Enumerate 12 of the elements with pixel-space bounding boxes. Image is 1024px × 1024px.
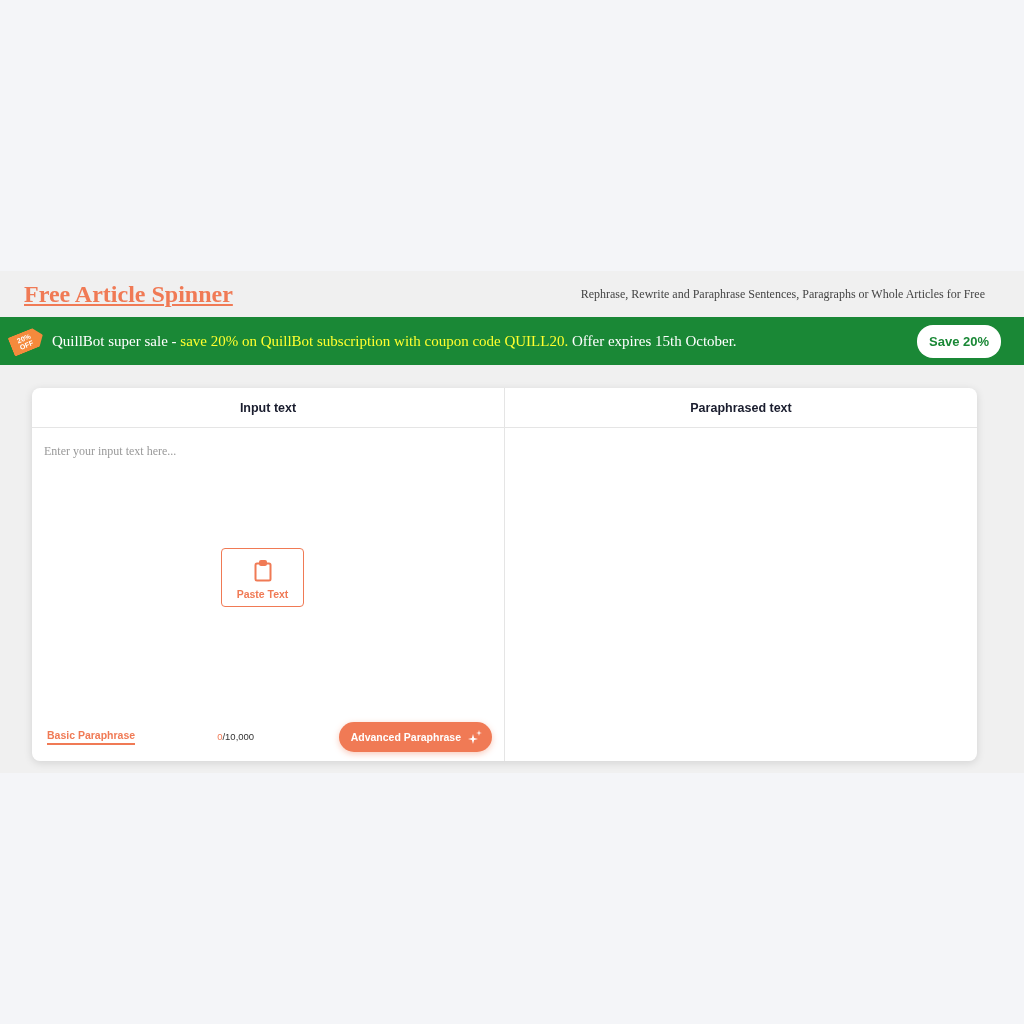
basic-paraphrase-tab[interactable]: Basic Paraphrase [47,728,136,745]
sparkle-icon [468,729,482,744]
site-title-link[interactable]: Free Article Spinner [24,280,233,308]
paste-text-button[interactable]: Paste Text [221,548,304,607]
advanced-paraphrase-button[interactable]: Advanced Paraphrase [338,721,492,752]
clipboard-icon [253,559,272,582]
tagline: Rephrase, Rewrite and Paraphrase Sentences, Paragraphs or Whole Articles for Free [580,286,985,302]
panel-heading: Paraphrased text [690,400,792,415]
promo-message: QuillBot super sale - save 20% on QuillBot subscription with coupon code QUILL20. Offer expires 15th October. [52,332,738,350]
save-button[interactable]: Save 20% [917,324,1001,358]
character-count: 0/10,000 [217,731,255,742]
panel-heading: Input text [239,400,297,415]
